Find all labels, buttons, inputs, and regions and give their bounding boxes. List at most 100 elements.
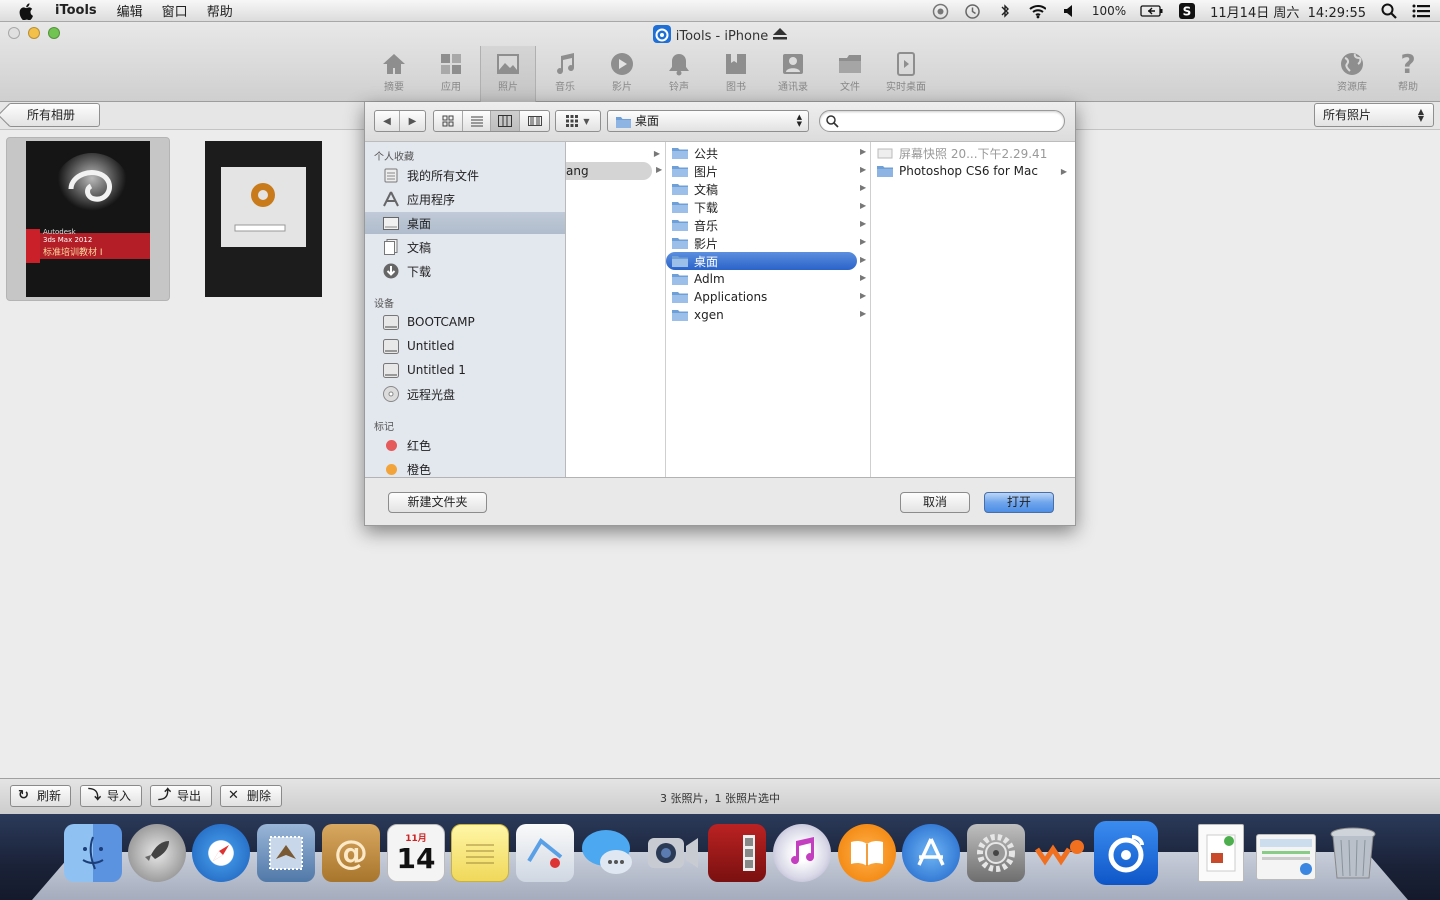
chevron-right-icon: ▶ [860,201,867,210]
open-book-icon [851,840,883,866]
window-title: iTools - iPhone [675,28,769,44]
menu-window[interactable]: 窗口 [162,1,188,20]
tab-apps[interactable]: 应用 [423,52,479,100]
cancel-button[interactable]: 取消 [900,492,970,513]
sidebar-item-applications[interactable]: 应用程序 [365,188,565,210]
sidebar-item-all-my-files[interactable]: 我的所有文件 [365,164,565,186]
ibooks-dock-icon[interactable] [838,824,896,882]
launchpad-dock-icon[interactable] [128,824,186,882]
menu-help[interactable]: 帮助 [207,1,233,20]
list-item-photoshop-folder[interactable]: Photoshop CS6 for Mac ▶ [871,162,1071,180]
coverflow-view-button[interactable] [520,111,549,131]
folder-icon [672,165,688,177]
time-machine-icon[interactable] [964,3,982,19]
all-files-icon [383,167,399,183]
tab-live-desktop[interactable]: 实时桌面 [876,52,936,100]
all-albums-back-button[interactable]: 所有相册 [8,103,100,127]
list-item[interactable]: xgen [666,306,869,324]
eject-icon[interactable] [773,28,788,44]
list-item-home-folder[interactable]: ang [566,162,652,180]
battery-icon[interactable] [1140,3,1164,19]
tab-photos[interactable]: 照片 [480,46,536,102]
safari-dock-icon[interactable] [192,824,250,882]
tab-files[interactable]: 文件 [822,52,878,100]
list-item[interactable]: Adlm [666,270,869,288]
arrange-menu-button[interactable]: ▼ [555,110,601,132]
tab-music[interactable]: 音乐 [537,52,593,100]
sogou-input-icon[interactable]: S [1178,3,1196,19]
sidebar-item-untitled-1[interactable]: Untitled 1 [365,359,565,381]
itools-dock-icon[interactable] [1094,821,1158,885]
list-item[interactable]: 公共 [666,144,869,162]
tab-ringtones[interactable]: 铃声 [651,52,707,100]
list-item[interactable]: 音乐 [666,216,869,234]
finder-dock-icon[interactable] [64,824,122,882]
list-item[interactable]: Applications [666,288,869,306]
messages-dock-icon[interactable] [580,824,638,882]
photo-thumbnail[interactable]: Autodesk 3ds Max 2012 标准培训教材 I [26,141,150,297]
system-preferences-dock-icon[interactable] [967,824,1025,882]
notification-center-icon[interactable] [1412,3,1430,19]
photo-thumbnail[interactable] [205,141,322,297]
photo-booth-dock-icon[interactable] [708,824,766,882]
app-store-dock-icon[interactable] [902,824,960,882]
document-dock-icon[interactable] [1198,824,1244,882]
mail-dock-icon[interactable] [257,824,315,882]
notes-dock-icon[interactable] [451,824,509,882]
list-item[interactable]: 文稿 [666,180,869,198]
list-item-screenshot-file[interactable]: 屏幕快照 20...下午2.29.41 [871,144,1071,162]
map-icon [527,838,563,868]
sync-status-icon[interactable] [932,3,950,19]
help-button[interactable]: ? 帮助 [1380,52,1436,100]
photo-filter-select[interactable]: 所有照片 ▲ ▼ [1314,103,1434,127]
location-popup[interactable]: 桌面 ▲ ▼ [607,110,809,132]
triangle-left-icon: ◀ [383,115,391,127]
sidebar-item-downloads[interactable]: 下载 [365,260,565,282]
sidebar-item-desktop[interactable]: 桌面 [365,212,565,234]
sidebar-item-tag-orange[interactable]: 橙色 [365,458,565,477]
calendar-dock-icon[interactable]: 11月 14 [387,824,445,882]
menubar-clock[interactable]: 11月14日 周六 14:29:55 [1210,2,1366,21]
search-input[interactable] [819,110,1065,132]
wifi-icon[interactable] [1028,3,1046,19]
sidebar-item-documents[interactable]: 文稿 [365,236,565,258]
new-folder-button[interactable]: 新建文件夹 [388,492,487,513]
sidebar-item-untitled[interactable]: Untitled [365,335,565,357]
svg-text:?: ? [1400,52,1415,76]
browser-column-3: 屏幕快照 20...下午2.29.41 Photoshop CS6 for Ma… [871,142,1075,477]
forward-button[interactable]: ▶ [400,111,425,131]
sidebar-item-tag-red[interactable]: 红色 [365,434,565,456]
tab-books[interactable]: 图书 [708,52,764,100]
itunes-dock-icon[interactable] [773,824,831,882]
list-item[interactable]: 桌面 [666,252,857,270]
list-item[interactable]: 影片 [666,234,869,252]
sidebar-item-remote-disc[interactable]: 远程光盘 [365,383,565,405]
tab-summary[interactable]: 摘要 [366,52,422,100]
icon-view-button[interactable] [434,111,463,131]
resource-library-button[interactable]: 资源库 [1324,52,1380,100]
volume-icon[interactable] [1060,3,1078,19]
facetime-dock-icon[interactable] [644,824,702,882]
cover-text-product: 3ds Max 2012 [43,236,93,244]
list-item[interactable]: ▶ [566,144,664,162]
at-sign-icon: @ [334,833,368,873]
column-view-button[interactable] [491,111,520,131]
web-screenshot-dock-icon[interactable] [1256,834,1316,880]
trash-dock-icon[interactable] [1324,824,1382,882]
list-item[interactable]: 图片 [666,162,869,180]
bluetooth-icon[interactable] [996,3,1014,19]
tab-contacts[interactable]: 通讯录 [765,52,821,100]
back-button[interactable]: ◀ [375,111,400,131]
menu-app-name[interactable]: iTools [55,3,97,18]
spotlight-icon[interactable] [1380,3,1398,19]
xiami-music-dock-icon[interactable] [1031,824,1089,882]
contacts-dock-icon[interactable]: @ [322,824,380,882]
list-view-button[interactable] [463,111,491,131]
tab-movies[interactable]: 影片 [594,52,650,100]
apple-menu-icon[interactable] [19,2,39,20]
list-item[interactable]: 下载 [666,198,869,216]
menu-edit[interactable]: 编辑 [117,1,143,20]
open-button[interactable]: 打开 [984,492,1054,513]
sidebar-item-bootcamp[interactable]: BOOTCAMP [365,311,565,333]
maps-dock-icon[interactable] [516,824,574,882]
